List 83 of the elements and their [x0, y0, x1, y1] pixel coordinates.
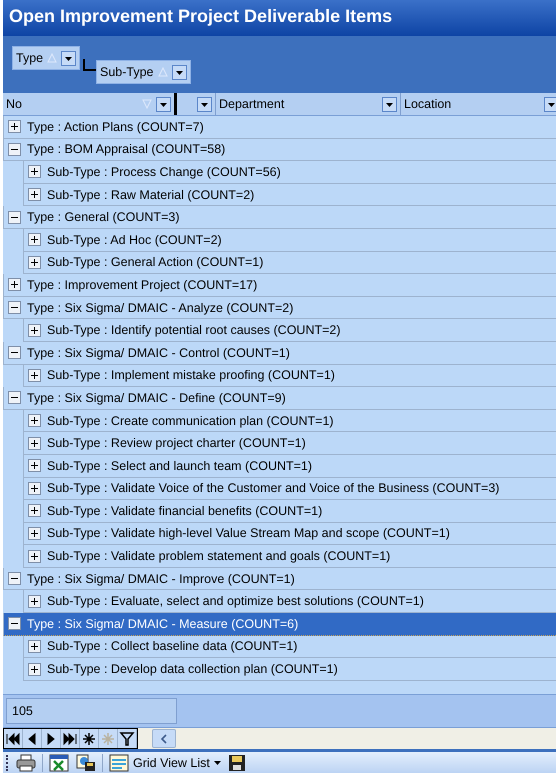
- asterisk-icon: [100, 730, 116, 746]
- last-record-button[interactable]: [61, 729, 80, 748]
- expand-icon[interactable]: [28, 550, 41, 563]
- group-label: Type : General (COUNT=3): [27, 210, 180, 224]
- first-record-icon: [5, 730, 21, 746]
- filter-dropdown-button[interactable]: [156, 96, 171, 112]
- expand-icon[interactable]: [28, 414, 41, 428]
- collapse-icon[interactable]: [8, 210, 21, 224]
- group-label: Sub-Type : Validate Voice of the Customer and Voice of the Business (COUNT=3): [47, 481, 500, 496]
- group-row[interactable]: Sub-Type : Develop data collection plan (COUNT=1): [23, 658, 556, 681]
- expand-icon[interactable]: [28, 594, 41, 608]
- expand-icon[interactable]: [28, 368, 41, 382]
- group-label: Type : Six Sigma/ DMAIC - Measure (COUNT=6): [27, 616, 298, 631]
- collapse-icon[interactable]: [8, 346, 21, 360]
- group-label: Sub-Type : Review project charter (COUNT=1): [47, 436, 306, 450]
- group-label: Sub-Type : Validate problem statement and goals (COUNT=1): [47, 549, 390, 564]
- expand-icon[interactable]: [8, 278, 21, 292]
- expand-icon[interactable]: [28, 188, 41, 202]
- column-header[interactable]: Department: [219, 97, 378, 111]
- column-header[interactable]: Location: [404, 97, 540, 111]
- last-record-icon: [62, 730, 78, 746]
- new-record-icon: [81, 730, 97, 746]
- group-by-chip[interactable]: Type: [12, 46, 80, 70]
- expand-icon[interactable]: [28, 459, 41, 472]
- group-label: Type : BOM Appraisal (COUNT=58): [27, 142, 226, 156]
- group-by-chip[interactable]: Sub-Type: [96, 60, 191, 84]
- group-label: Sub-Type : Develop data collection plan (COUNT=1): [47, 662, 338, 676]
- collapse-icon[interactable]: [8, 142, 21, 156]
- expand-icon[interactable]: [28, 436, 41, 450]
- expand-icon[interactable]: [28, 256, 41, 269]
- save-globe-button[interactable]: [75, 752, 97, 772]
- filter-dropdown-button[interactable]: [197, 96, 212, 112]
- print-button[interactable]: [15, 752, 37, 772]
- group-label: Type : Six Sigma/ DMAIC - Analyze (COUNT=2): [27, 300, 294, 315]
- save-button[interactable]: [226, 752, 247, 772]
- group-label: Sub-Type : Identify potential root causes (COUNT=2): [47, 323, 341, 338]
- group-label: Sub-Type : General Action (COUNT=1): [47, 255, 264, 270]
- group-label: Type : Six Sigma/ DMAIC - Improve (COUNT=1): [27, 572, 295, 586]
- group-label: Sub-Type : Select and launch team (COUNT=1): [47, 458, 312, 473]
- expand-icon[interactable]: [28, 165, 41, 178]
- filter-dropdown-button[interactable]: [544, 96, 556, 112]
- collapse-icon[interactable]: [8, 301, 21, 314]
- group-row[interactable]: Type : Six Sigma/ DMAIC - Measure (COUNT=6): [3, 613, 556, 636]
- filter-button[interactable]: [118, 729, 137, 748]
- expand-icon[interactable]: [28, 482, 41, 495]
- dropdown-button[interactable]: [61, 50, 76, 66]
- chevron-left-icon: [160, 734, 168, 744]
- group-label: Type : Improvement Project (COUNT=17): [27, 278, 258, 292]
- group-label: Sub-Type : Raw Material (COUNT=2): [47, 188, 254, 202]
- group-label: Sub-Type : Validate high-level Value Stream Map and scope (COUNT=1): [47, 526, 450, 540]
- group-label: Sub-Type : Collect baseline data (COUNT=1): [47, 639, 298, 654]
- group-label: Sub-Type : Evaluate, select and optimize best solutions (COUNT=1): [47, 594, 424, 608]
- group-label: Sub-Type : Process Change (COUNT=56): [47, 164, 281, 179]
- group-label: Type : Six Sigma/ DMAIC - Control (COUNT=1): [27, 346, 290, 360]
- collapse-icon[interactable]: [8, 391, 21, 404]
- list-icon: [109, 754, 129, 772]
- collapse-icon[interactable]: [8, 617, 21, 630]
- group-label: Sub-Type : Ad Hoc (COUNT=2): [47, 232, 222, 247]
- expand-icon[interactable]: [28, 324, 41, 337]
- group-label: Type : Action Plans (COUNT=7): [27, 120, 204, 134]
- collapse-icon[interactable]: [8, 572, 21, 586]
- scroll-left-button[interactable]: [152, 729, 176, 748]
- new-record-button[interactable]: [80, 729, 99, 748]
- grid-view-dropdown[interactable]: Grid View List: [108, 752, 222, 772]
- expand-icon[interactable]: [28, 662, 41, 676]
- filter-icon: [119, 730, 135, 746]
- caret-icon: [214, 760, 221, 764]
- dropdown-button[interactable]: [172, 64, 187, 80]
- export-spreadsheet-button[interactable]: [48, 752, 70, 772]
- expand-icon[interactable]: [28, 526, 41, 540]
- expand-icon[interactable]: [8, 120, 21, 134]
- filter-dropdown-button[interactable]: [382, 96, 397, 112]
- expand-icon[interactable]: [28, 233, 41, 246]
- expand-icon[interactable]: [28, 640, 41, 653]
- record-count: 105: [6, 698, 177, 724]
- group-label: Sub-Type : Validate financial benefits (COUNT=1): [47, 504, 322, 518]
- column-header[interactable]: No: [6, 97, 138, 111]
- group-label: Sub-Type : Create communication plan (COUNT=1): [47, 414, 334, 428]
- expand-icon[interactable]: [28, 504, 41, 518]
- group-label: Type : Six Sigma/ DMAIC - Define (COUNT=9): [27, 390, 286, 405]
- first-record-button[interactable]: [4, 729, 23, 748]
- group-label: Sub-Type : Implement mistake proofing (COUNT=1): [47, 368, 335, 382]
- window-title: Open Improvement Project Deliverable Items: [9, 6, 394, 27]
